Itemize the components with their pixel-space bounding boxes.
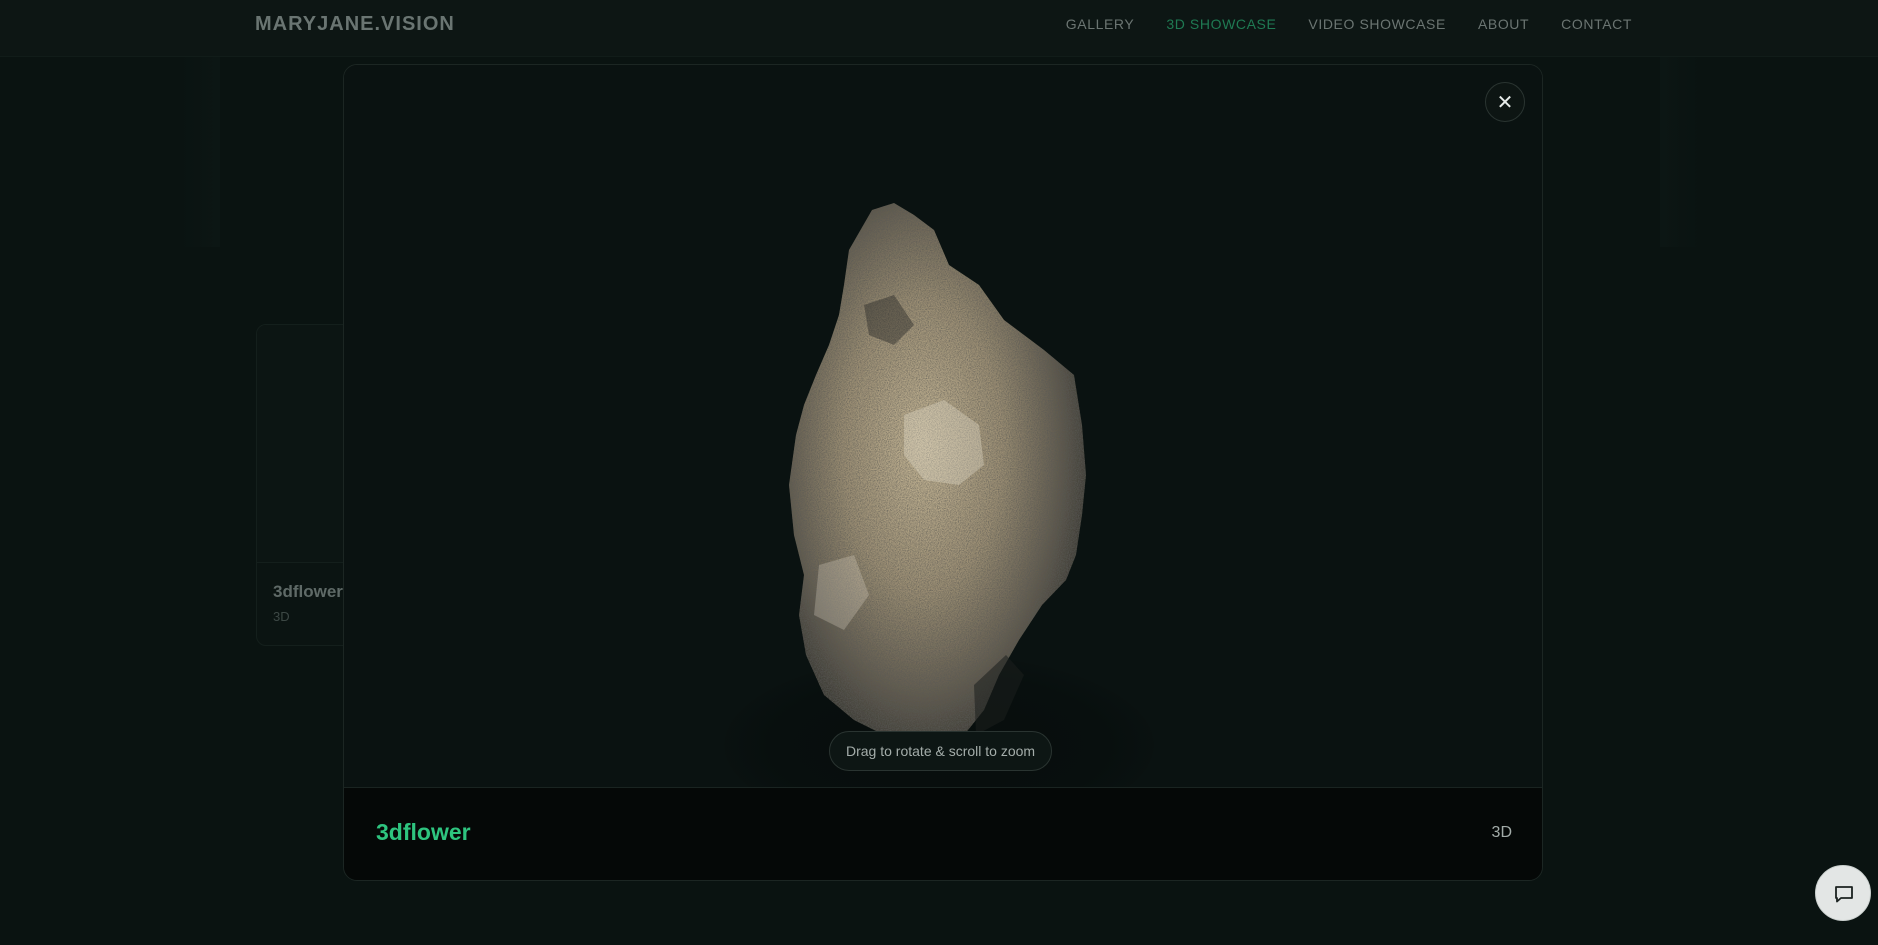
brand-logo[interactable]: MARYJANE.VISION (255, 13, 455, 36)
flower-3d-model[interactable] (744, 135, 1144, 805)
model-title: 3dflower (376, 819, 471, 845)
close-icon: ✕ (1496, 92, 1514, 114)
nav-gallery[interactable]: GALLERY (1066, 16, 1135, 32)
main-nav: GALLERY 3D SHOWCASE VIDEO SHOWCASE ABOUT… (1066, 16, 1632, 32)
card-type: 3D (273, 609, 290, 624)
nav-about[interactable]: ABOUT (1478, 16, 1529, 32)
chat-bubble-icon (1835, 886, 1853, 903)
interaction-hint: Drag to rotate & scroll to zoom (829, 731, 1053, 771)
card-title: 3dflower (273, 582, 343, 601)
decor-right (1660, 57, 1700, 247)
navbar: MARYJANE.VISION GALLERY 3D SHOWCASE VIDE… (0, 0, 1878, 57)
close-button[interactable]: ✕ (1485, 82, 1525, 122)
nav-video-showcase[interactable]: VIDEO SHOWCASE (1308, 16, 1446, 32)
model-viewer-modal: ✕ Drag to rotate & scroll to zoom 3dflow… (343, 64, 1543, 881)
nav-contact[interactable]: CONTACT (1561, 16, 1632, 32)
nav-3d-showcase[interactable]: 3D SHOWCASE (1166, 16, 1276, 32)
model-type-badge: 3D (1491, 824, 1512, 841)
decor-left (180, 57, 220, 247)
modal-footer: 3dflower 3D (344, 787, 1542, 880)
3d-viewer-canvas[interactable]: ✕ Drag to rotate & scroll to zoom (344, 65, 1542, 835)
chat-button[interactable] (1815, 865, 1871, 921)
